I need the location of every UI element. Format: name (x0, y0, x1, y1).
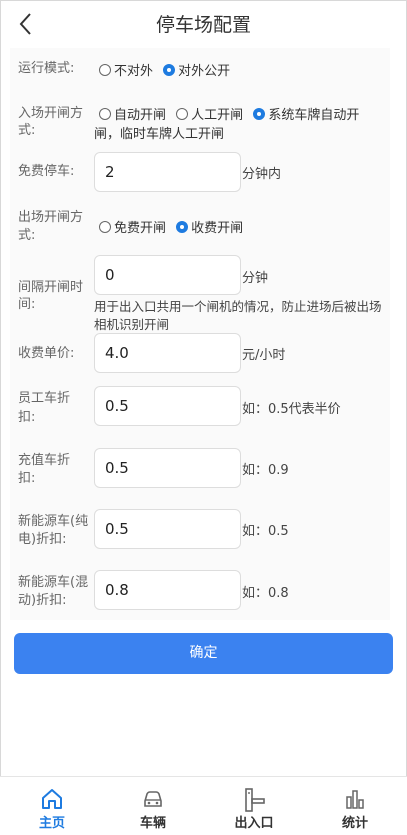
tab-gates[interactable]: 出入口 (214, 777, 294, 835)
radio-free-gate[interactable]: 免费开闸 (99, 217, 166, 236)
tab-bar: 主页 车辆 出入口 统计 (0, 776, 407, 835)
staff-discount-hint: 如：0.5代表半价 (242, 402, 341, 417)
run-mode-options: 不对外 对外公开 (99, 60, 236, 80)
radio-label: 对外公开 (178, 64, 231, 79)
hybrid-discount-input[interactable]: 0.8 (94, 570, 241, 610)
tab-statistics[interactable]: 统计 (315, 777, 395, 835)
radio-circle (176, 220, 189, 233)
radio-label: 收费开闸 (191, 221, 244, 236)
gate-interval-label-2: 间: (18, 297, 36, 312)
staff-discount-input[interactable]: 0.5 (94, 386, 241, 426)
radio-circle (99, 220, 111, 233)
exit-gate-options: 免费开闸 收费开闸 (99, 217, 249, 237)
radio-circle (176, 107, 189, 120)
entry-gate-label-2: 式: (18, 123, 36, 138)
radio-label: 自动开闸 (114, 108, 167, 123)
prepaid-discount-input[interactable]: 0.5 (94, 448, 241, 488)
car-icon (144, 791, 162, 807)
gate-interval-note: 用于出入口共用一个闸机的情况，防止进场后被出场相机识别开闸 (94, 299, 382, 332)
run-mode-label: 运行模式: (18, 61, 75, 76)
radio-auto-gate[interactable]: 自动开闸 (99, 104, 166, 123)
tab-label: 出入口 (234, 816, 274, 831)
radio-not-public[interactable]: 不对外 (99, 60, 153, 79)
home-icon (42, 789, 62, 809)
bar-chart-icon (346, 790, 364, 809)
radio-circle (99, 107, 111, 120)
tab-label: 统计 (341, 816, 368, 831)
staff-discount-label-2: 扣: (18, 410, 36, 425)
radio-manual-gate[interactable]: 人工开闸 (176, 104, 243, 123)
unit-price-unit: 元/小时 (242, 348, 286, 363)
radio-circle (163, 63, 176, 76)
free-parking-label: 免费停车: (18, 164, 75, 179)
radio-public[interactable]: 对外公开 (163, 60, 230, 79)
hybrid-discount-hint: 如：0.8 (242, 586, 289, 601)
header: 停车场配置 (0, 0, 407, 48)
hybrid-discount-label-2: 动)折扣: (18, 593, 67, 608)
tab-label: 主页 (38, 816, 65, 831)
radio-label: 系统车牌自动开 (268, 108, 360, 123)
unit-price-label: 收费单价: (18, 346, 75, 361)
ev-discount-input[interactable]: 0.5 (94, 509, 241, 549)
entry-gate-options: 自动开闸 人工开闸 系统车牌自动开 (99, 104, 399, 124)
gate-interval-unit: 分钟 (242, 271, 269, 286)
radio-label: 人工开闸 (191, 108, 244, 123)
entry-gate-option-continuation: 闸，临时车牌人工开闸 (94, 127, 225, 142)
unit-price-input[interactable]: 4.0 (94, 333, 241, 373)
radio-circle (99, 63, 111, 76)
radio-label: 免费开闸 (114, 221, 167, 236)
tab-home[interactable]: 主页 (12, 777, 92, 835)
gate-interval-input[interactable]: 0 (94, 255, 241, 295)
free-parking-input[interactable]: 2 (94, 152, 241, 192)
free-parking-unit: 分钟内 (242, 167, 282, 182)
radio-system-plate-gate[interactable]: 系统车牌自动开 (253, 104, 359, 123)
tab-label: 车辆 (139, 816, 166, 831)
page-title: 停车场配置 (155, 14, 251, 36)
prepaid-discount-hint: 如：0.9 (242, 463, 289, 478)
confirm-button[interactable]: 确定 (14, 633, 393, 674)
prepaid-discount-label-2: 扣: (18, 471, 36, 486)
radio-label: 不对外 (114, 64, 154, 79)
ev-discount-label-2: 电)折扣: (18, 532, 67, 547)
radio-charge-gate[interactable]: 收费开闸 (176, 217, 243, 236)
ev-discount-hint: 如：0.5 (242, 524, 289, 539)
exit-gate-label-2: 式: (18, 228, 36, 243)
tab-vehicles[interactable]: 车辆 (113, 777, 193, 835)
gate-icon (245, 788, 265, 812)
radio-circle (253, 107, 266, 120)
